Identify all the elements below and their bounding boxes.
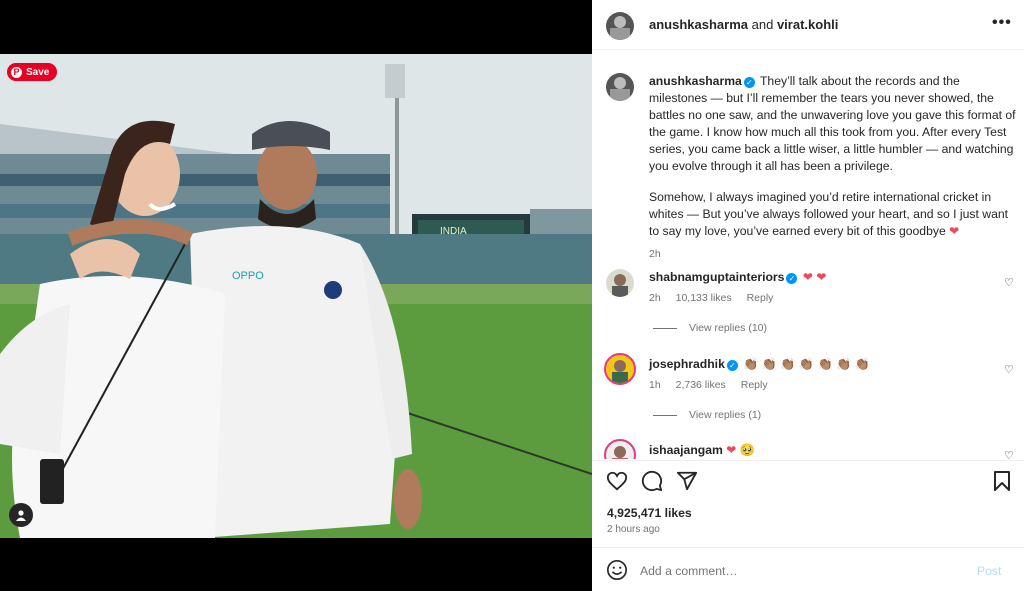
tagged-users-button[interactable] (9, 503, 33, 527)
comment-item: shabnamguptainteriors ✓ ❤ ❤ (649, 270, 827, 284)
like-comment-icon[interactable]: ♡ (1004, 449, 1014, 459)
comments-section[interactable]: anushkasharma ✓ They’ll talk about the re… (592, 51, 1024, 459)
author-avatar[interactable] (606, 12, 634, 40)
caption-text-p1: They’ll talk about the records and the m… (649, 74, 1016, 173)
save-label: Save (26, 66, 50, 78)
comment-text: ❤ ❤ (802, 270, 827, 284)
comment-username[interactable]: josephradhik (649, 357, 725, 371)
avatar-image (610, 16, 630, 40)
caption-username[interactable]: anushkasharma (649, 74, 742, 88)
commenter-avatar[interactable] (604, 439, 636, 459)
more-options-icon[interactable]: ••• (992, 14, 1012, 32)
pinterest-save-button[interactable]: P Save (7, 63, 58, 81)
media-panel: INDIA 2-1 OPPO (0, 0, 592, 591)
post-time-ago[interactable]: 2 hours ago (607, 524, 660, 535)
verified-badge-icon: ✓ (786, 273, 798, 284)
add-comment-bar: Post (592, 547, 1024, 591)
view-replies-label: View replies (1) (689, 409, 762, 421)
view-replies-button[interactable]: View replies (10) (653, 322, 767, 334)
user-icon (16, 510, 26, 521)
comment-item: josephradhik ✓ 👏🏽 👏🏽 👏🏽 👏🏽 👏🏽 👏🏽 👏🏽 (649, 357, 870, 371)
avatar-image (612, 446, 628, 459)
post-photo[interactable]: INDIA 2-1 OPPO (0, 54, 592, 538)
commenter-avatar[interactable] (606, 269, 634, 297)
view-replies-label: View replies (10) (689, 322, 768, 334)
commenter-avatar[interactable] (604, 353, 636, 385)
avatar-image (610, 77, 630, 101)
caption-time[interactable]: 2h (649, 248, 661, 260)
post-details-panel: anushkasharma and virat.kohli ••• anushk… (592, 0, 1024, 591)
likes-count[interactable]: 4,925,471 likes (607, 506, 692, 520)
bookmark-icon[interactable] (992, 470, 1012, 492)
view-replies-button[interactable]: View replies (1) (653, 409, 761, 421)
comment-username[interactable]: ishaajangam (649, 443, 723, 457)
photo-illustration: INDIA 2-1 OPPO (0, 54, 592, 538)
verified-badge-icon: ✓ (743, 77, 755, 88)
comment-time[interactable]: 2h (649, 292, 661, 304)
comment-time[interactable]: 1h (649, 379, 661, 391)
comment-reply-button[interactable]: Reply (747, 292, 774, 304)
post-header: anushkasharma and virat.kohli ••• (592, 0, 1024, 50)
pinterest-icon: P (11, 66, 22, 78)
author-username-1[interactable]: anushkasharma (649, 17, 748, 32)
comment-text: ❤ 🥹 (726, 443, 756, 457)
jersey-logo: OPPO (232, 270, 264, 282)
replies-divider (653, 327, 677, 329)
like-comment-icon[interactable]: ♡ (1004, 276, 1014, 289)
caption-avatar[interactable] (606, 73, 634, 101)
comment-likes[interactable]: 10,133 likes (676, 292, 732, 304)
comment-text: 👏🏽 👏🏽 👏🏽 👏🏽 👏🏽 👏🏽 👏🏽 (743, 357, 870, 371)
post-caption: anushkasharma ✓ They’ll talk about the re… (649, 73, 1019, 263)
verified-badge-icon: ✓ (726, 360, 738, 371)
comment-meta: 1h 2,736 likes Reply (649, 379, 780, 391)
comment-input[interactable] (640, 564, 940, 578)
avatar-image (612, 274, 628, 297)
post-actions: 4,925,471 likes 2 hours ago (592, 460, 1024, 546)
emoji-icon[interactable] (606, 559, 628, 581)
comment-item: ishaajangam ❤ 🥹 (649, 443, 755, 457)
author-username-2[interactable]: virat.kohli (777, 17, 838, 32)
comment-username[interactable]: shabnamguptainteriors (649, 270, 784, 284)
comment-meta: 2h 10,133 likes Reply (649, 292, 785, 304)
comment-reply-button[interactable]: Reply (741, 379, 768, 391)
heart-emoji: ❤ (949, 224, 960, 238)
post-comment-button[interactable]: Post (977, 564, 1001, 578)
replies-divider (653, 414, 677, 416)
share-icon[interactable] (676, 470, 698, 492)
comment-icon[interactable] (641, 470, 663, 492)
author-connector: and (751, 17, 774, 32)
comment-likes[interactable]: 2,736 likes (676, 379, 726, 391)
like-heart-icon[interactable] (606, 470, 628, 492)
avatar-image (612, 360, 628, 383)
post-author-title: anushkasharma and virat.kohli (649, 17, 838, 32)
like-comment-icon[interactable]: ♡ (1004, 363, 1014, 376)
